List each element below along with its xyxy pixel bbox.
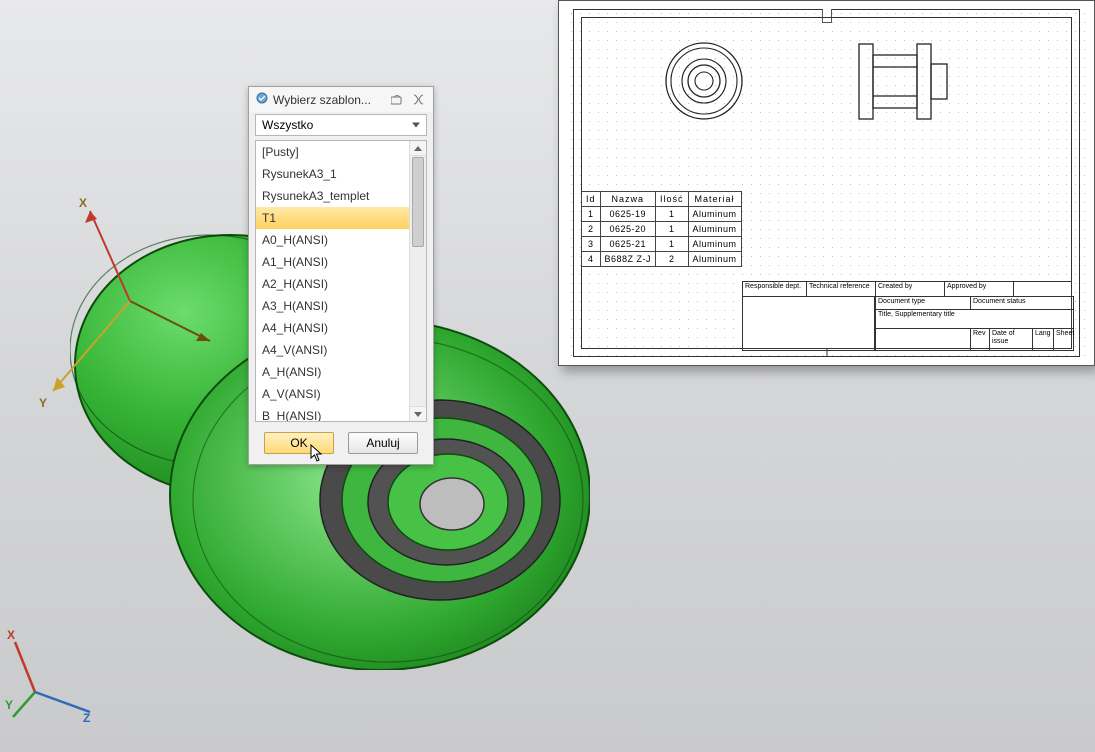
list-item[interactable]: A_H(ANSI) [256,361,409,383]
svg-text:Z: Z [83,711,90,722]
list-item[interactable]: RysunekA3_1 [256,163,409,185]
table-row: 4B688Z Z-J2Aluminum [582,252,742,267]
scrollbar[interactable] [409,141,426,421]
list-item[interactable]: RysunekA3_templet [256,185,409,207]
title-block: Responsible dept. Technical reference Cr… [742,281,1072,349]
filter-dropdown[interactable]: Wszystko [255,114,427,136]
table-row: 20625-201Aluminum [582,222,742,237]
world-axes: X Y Z [5,627,100,722]
list-item[interactable]: A4_V(ANSI) [256,339,409,361]
drawing-view-side [849,39,969,124]
list-item[interactable]: A_V(ANSI) [256,383,409,405]
close-icon[interactable] [409,92,427,108]
list-item[interactable]: A3_H(ANSI) [256,295,409,317]
list-item[interactable]: B_H(ANSI) [256,405,409,421]
table-row: 10625-191Aluminum [582,207,742,222]
list-item-selected[interactable]: T1 [256,207,409,229]
svg-text:Y: Y [39,396,47,410]
list-item[interactable]: A0_H(ANSI) [256,229,409,251]
axes-gizmo: X Y [35,191,215,411]
svg-text:X: X [79,196,87,210]
drawing-view-front [659,36,749,126]
ok-button[interactable]: OK [264,432,334,454]
svg-text:Y: Y [5,698,13,712]
list-item[interactable]: [Pusty] [256,141,409,163]
filter-value: Wszystko [262,118,313,132]
list-item[interactable]: A4_H(ANSI) [256,317,409,339]
dialog-titlebar[interactable]: Wybierz szablon... [249,87,433,112]
list-item[interactable]: A2_H(ANSI) [256,273,409,295]
table-row: 30625-211Aluminum [582,237,742,252]
app-icon [255,91,269,108]
help-icon[interactable] [387,92,405,108]
cancel-button[interactable]: Anuluj [348,432,418,454]
list-item[interactable]: A1_H(ANSI) [256,251,409,273]
bom-table: Id Nazwa Ilość Materiał 10625-191Aluminu… [581,191,742,267]
dialog-title: Wybierz szablon... [273,93,383,107]
table-row: Id Nazwa Ilość Materiał [582,192,742,207]
template-dialog: Wybierz szablon... Wszystko [Pusty] Rysu… [248,86,434,465]
template-list[interactable]: [Pusty] RysunekA3_1 RysunekA3_templet T1… [255,140,427,422]
drawing-preview: Id Nazwa Ilość Materiał 10625-191Aluminu… [558,0,1095,366]
svg-text:X: X [7,628,15,642]
scrollbar-thumb[interactable] [412,157,424,247]
